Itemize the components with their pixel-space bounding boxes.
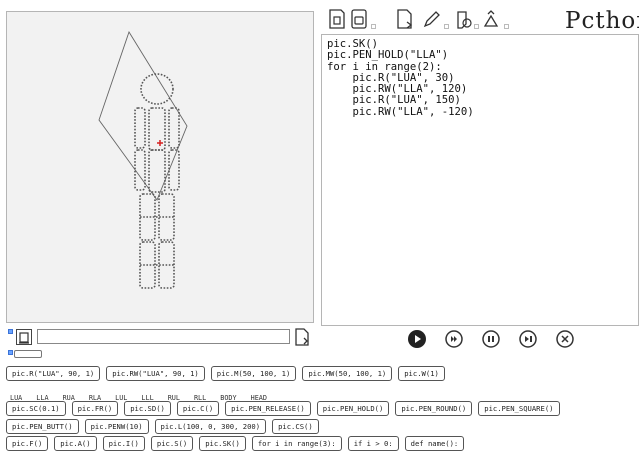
command-chip[interactable]: pic.PENW(10) (84, 419, 149, 434)
toggle-checkbox[interactable] (8, 350, 13, 355)
command-chip[interactable]: pic.CS() (272, 419, 319, 434)
code-line: pic.R("LUA", 150) (327, 94, 461, 107)
command-chip[interactable]: pic.FR() (71, 401, 119, 416)
trace-path (98, 30, 188, 201)
code-line: pic.RW("LLA", 120) (327, 83, 468, 96)
editor-toolbar: Pcthon (325, 8, 639, 34)
command-chip[interactable]: pic.SD() (124, 401, 171, 416)
playback-controls (0, 327, 639, 351)
command-chip[interactable]: pic.W(1) (398, 366, 445, 381)
command-chip[interactable]: pic.RW("LUA", 90, 1) (106, 366, 205, 381)
figure-right-upper-arm (168, 107, 180, 149)
command-chip-row-4: pic.F() pic.A() pic.I() pic.S() pic.SK() for … (6, 436, 470, 455)
toolbar-dot (504, 24, 509, 29)
command-chip[interactable]: pic.PEN_HOLD() (316, 401, 390, 416)
clear-icon[interactable] (481, 8, 501, 30)
code-editor[interactable]: pic.SK() pic.PEN_HOLD("LLA") for i in ra… (321, 34, 639, 326)
command-chip[interactable]: pic.R("LUA", 90, 1) (6, 366, 101, 381)
code-line: pic.PEN_HOLD("LLA") (327, 49, 449, 62)
command-chip[interactable]: pic.SC(0.1) (6, 401, 66, 416)
command-chip[interactable]: pic.S() (150, 436, 194, 451)
figure-left-upper-arm (134, 107, 146, 149)
code-line: pic.RW("LLA", -120) (327, 105, 474, 118)
figure-right-lower-arm (168, 149, 180, 191)
command-chip[interactable]: for i in range(3): (251, 436, 342, 451)
new-file-icon[interactable] (327, 8, 347, 30)
command-chip[interactable]: if i > 0: (347, 436, 399, 451)
code-text[interactable]: pic.SK() pic.PEN_HOLD("LLA") for i in ra… (322, 35, 638, 122)
figure-head (140, 73, 174, 105)
command-chip[interactable]: pic.MW(50, 100, 1) (302, 366, 393, 381)
toolbar-dot (474, 24, 479, 29)
command-chip[interactable]: pic.F() (6, 436, 49, 451)
command-chip[interactable]: pic.I() (102, 436, 145, 451)
command-chip[interactable]: pic.SK() (199, 436, 246, 451)
command-chip[interactable]: def name(): (404, 436, 465, 451)
command-chip-row-2: pic.SC(0.1) pic.FR() pic.SD() pic.C() pic.PE… (6, 401, 566, 420)
step-icon[interactable] (518, 329, 538, 349)
pencil-icon[interactable] (421, 8, 441, 30)
figure-left-lower-arm (134, 149, 146, 191)
command-chip[interactable]: pic.M(50, 100, 1) (210, 366, 297, 381)
command-chip[interactable]: pic.PEN_BUTT() (6, 419, 79, 434)
command-chip[interactable]: pic.L(100, 0, 300, 200) (154, 419, 267, 434)
toolbar-dot (444, 24, 449, 29)
skip-forward-icon[interactable] (444, 329, 464, 349)
command-chip[interactable]: pic.C() (176, 401, 220, 416)
code-line: pic.R("LUA", 30) (327, 71, 455, 84)
command-chip[interactable]: pic.PEN_SQUARE() (478, 401, 560, 416)
toolbar-dot (371, 24, 376, 29)
code-line: pic.SK() (327, 38, 379, 50)
command-chip[interactable]: pic.PEN_ROUND() (395, 401, 473, 416)
eraser-icon[interactable] (453, 8, 473, 30)
play-icon[interactable] (407, 329, 427, 349)
pivot-marker (157, 140, 163, 146)
save-file-icon[interactable] (349, 8, 369, 30)
python-logo: Pcthon (565, 8, 639, 34)
code-line: for i in range(2): (327, 60, 442, 73)
command-chip[interactable]: pic.PEN_RELEASE() (225, 401, 311, 416)
drawing-canvas[interactable] (6, 11, 314, 323)
close-icon[interactable] (555, 329, 575, 349)
small-toggle[interactable] (14, 350, 42, 358)
command-chip-row-1: pic.R("LUA", 90, 1) pic.RW("LUA", 90, 1) p… (6, 366, 451, 385)
export-file-icon[interactable] (395, 8, 415, 30)
figure-drawing (98, 30, 188, 289)
command-chip[interactable]: pic.A() (54, 436, 97, 451)
pause-icon[interactable] (481, 329, 501, 349)
